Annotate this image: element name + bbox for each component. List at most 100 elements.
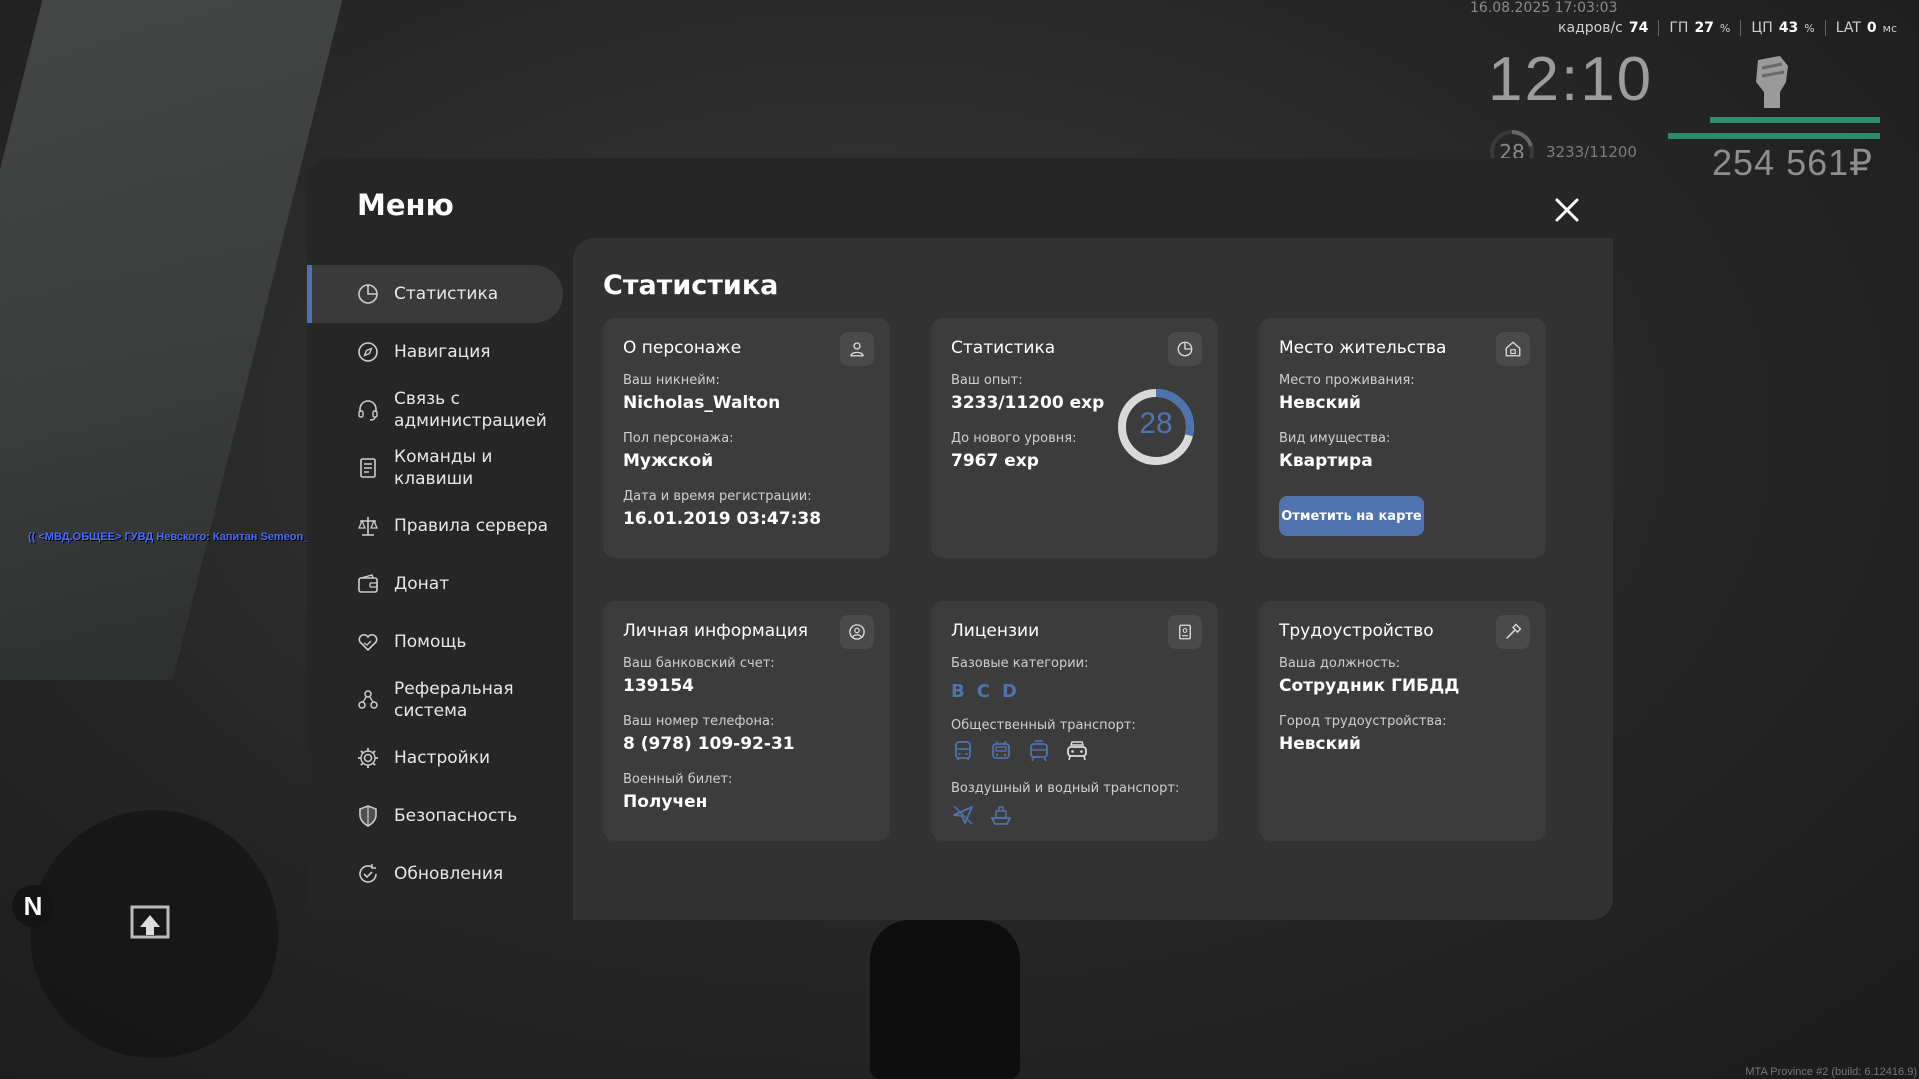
build-info: MTA Province #2 (build: 6.12416.9) [1745, 1066, 1917, 1078]
sidebar-item-admin-contact[interactable]: Связь с администрацией [307, 381, 563, 439]
hud-money: 254 561₽ [1712, 142, 1874, 183]
cpu-label: ЦП [1751, 20, 1773, 36]
card-title: Место жительства [1279, 338, 1447, 358]
job-city-label: Город трудоустройства: [1279, 714, 1447, 729]
card-title: Лицензии [951, 621, 1040, 641]
job-position-value: Сотрудник ГИБДД [1279, 676, 1460, 696]
health-bar [1710, 117, 1880, 123]
sidebar-item-settings[interactable]: Настройки [307, 729, 563, 787]
armor-bar [1668, 133, 1880, 139]
card-title: Личная информация [623, 621, 809, 641]
card-icon-button [1168, 332, 1202, 366]
menu-title: Меню [357, 188, 454, 222]
fist-weapon-icon [1756, 56, 1788, 108]
public-transport-icons [951, 739, 1089, 763]
card-title: Статистика [951, 338, 1056, 358]
statistics-card: Статистика Ваш опыт: 3233/11200 exp До н… [931, 318, 1218, 558]
lat-value: 0 [1866, 20, 1877, 36]
job-position-label: Ваша должность: [1279, 656, 1401, 671]
residence-place-value: Невский [1279, 393, 1361, 413]
lat-label: LAT [1835, 20, 1861, 36]
base-categories-label: Базовые категории: [951, 656, 1089, 671]
residence-place-label: Место проживания: [1279, 373, 1415, 388]
military-id-value: Получен [623, 792, 708, 812]
sidebar-item-label: Реферальная система [394, 679, 514, 721]
lat-unit: мс [1882, 22, 1897, 35]
menu-window: Меню Статистика Навигация Связь с админи… [307, 158, 1613, 920]
card-icon-button [1496, 332, 1530, 366]
bank-account-label: Ваш банковский счет: [623, 656, 775, 671]
gender-label: Пол персонажа: [623, 431, 734, 446]
sidebar-item-label: Связь с администрацией [394, 389, 547, 431]
gear-icon [358, 748, 378, 768]
sidebar-item-server-rules[interactable]: Правила сервера [307, 497, 563, 555]
cpu-unit: % [1804, 22, 1815, 35]
exp-label: Ваш опыт: [951, 373, 1023, 388]
scales-icon [358, 517, 378, 536]
heart-hand-icon [358, 633, 378, 652]
sidebar-item-label: Безопасность [394, 806, 518, 826]
user-icon [850, 342, 864, 357]
people-icon [358, 690, 378, 709]
gender-value: Мужской [623, 451, 714, 471]
sidebar-item-label: Команды и клавиши [394, 447, 493, 489]
cpu-value: 43 [1778, 20, 1799, 36]
next-level-value: 7967 exp [951, 451, 1039, 471]
boat-icon [990, 806, 1012, 825]
card-icon-button [840, 332, 874, 366]
sidebar-item-referral[interactable]: Реферальная система [307, 671, 563, 729]
sidebar-item-donate[interactable]: Донат [307, 555, 563, 613]
minimap-north-marker: N [12, 885, 54, 927]
compass-icon [358, 342, 378, 362]
license-category: C [976, 681, 990, 702]
refresh-check-icon [359, 864, 377, 883]
sidebar-item-label: Настройки [394, 748, 491, 768]
hud-clock: 12:10 [1488, 45, 1654, 114]
sidebar-item-statistics[interactable]: Статистика [307, 265, 563, 323]
license-category: B [951, 681, 965, 702]
trolleybus-icon [992, 740, 1010, 759]
military-id-label: Военный билет: [623, 772, 733, 787]
sidebar-item-label: Обновления [394, 864, 504, 884]
license-categories: B C D [951, 681, 1017, 702]
card-icon-button [1496, 615, 1530, 649]
fps-value: 74 [1628, 20, 1649, 36]
registration-value: 16.01.2019 03:47:38 [623, 509, 822, 529]
user-circle-icon [849, 624, 865, 640]
exp-value: 3233/11200 exp [951, 393, 1105, 413]
card-title: О персонаже [623, 338, 742, 358]
license-document-icon [1179, 624, 1191, 640]
job-card: Трудоустройство Ваша должность: Сотрудни… [1259, 601, 1546, 841]
next-level-label: До нового уровня: [951, 431, 1077, 446]
shield-icon [359, 805, 377, 827]
air-water-transport-label: Воздушный и водный транспорт: [951, 781, 1180, 796]
hammer-icon [1506, 623, 1522, 639]
gpu-value: 27 [1694, 20, 1714, 36]
pie-chart-icon [1177, 341, 1193, 357]
residence-card: Место жительства Место проживания: Невск… [1259, 318, 1546, 558]
sidebar-item-updates[interactable]: Обновления [307, 845, 563, 903]
document-icon [360, 458, 376, 478]
mark-on-map-button[interactable]: Отметить на карте [1279, 496, 1424, 536]
card-icon-button [1168, 615, 1202, 649]
fps-label: кадров/с [1558, 20, 1623, 36]
nickname-value: Nicholas_Walton [623, 393, 781, 413]
card-icon-button [840, 615, 874, 649]
air-water-transport-icons [951, 803, 1013, 827]
public-transport-label: Общественный транспорт: [951, 718, 1136, 733]
page-title: Статистика [603, 270, 779, 301]
job-city-value: Невский [1279, 734, 1361, 754]
sidebar-item-commands[interactable]: Команды и клавиши [307, 439, 563, 497]
character-card: О персонаже Ваш никнейм: Nicholas_Walton… [603, 318, 890, 558]
gpu-unit: % [1719, 22, 1731, 35]
hud-performance-stats: кадров/с 74 ГП 27% ЦП 43% LAT 0 мс [1558, 20, 1907, 36]
nickname-label: Ваш никнейм: [623, 373, 720, 388]
background-structure [0, 0, 348, 680]
sidebar-item-security[interactable]: Безопасность [307, 787, 563, 845]
hud-datetime: 16.08.2025 17:03:03 [1470, 0, 1618, 16]
sidebar-item-label: Правила сервера [394, 516, 549, 536]
phone-label: Ваш номер телефона: [623, 714, 775, 729]
close-icon[interactable] [1547, 190, 1587, 230]
sidebar-item-navigation[interactable]: Навигация [307, 323, 563, 381]
sidebar-item-help[interactable]: Помощь [307, 613, 563, 671]
